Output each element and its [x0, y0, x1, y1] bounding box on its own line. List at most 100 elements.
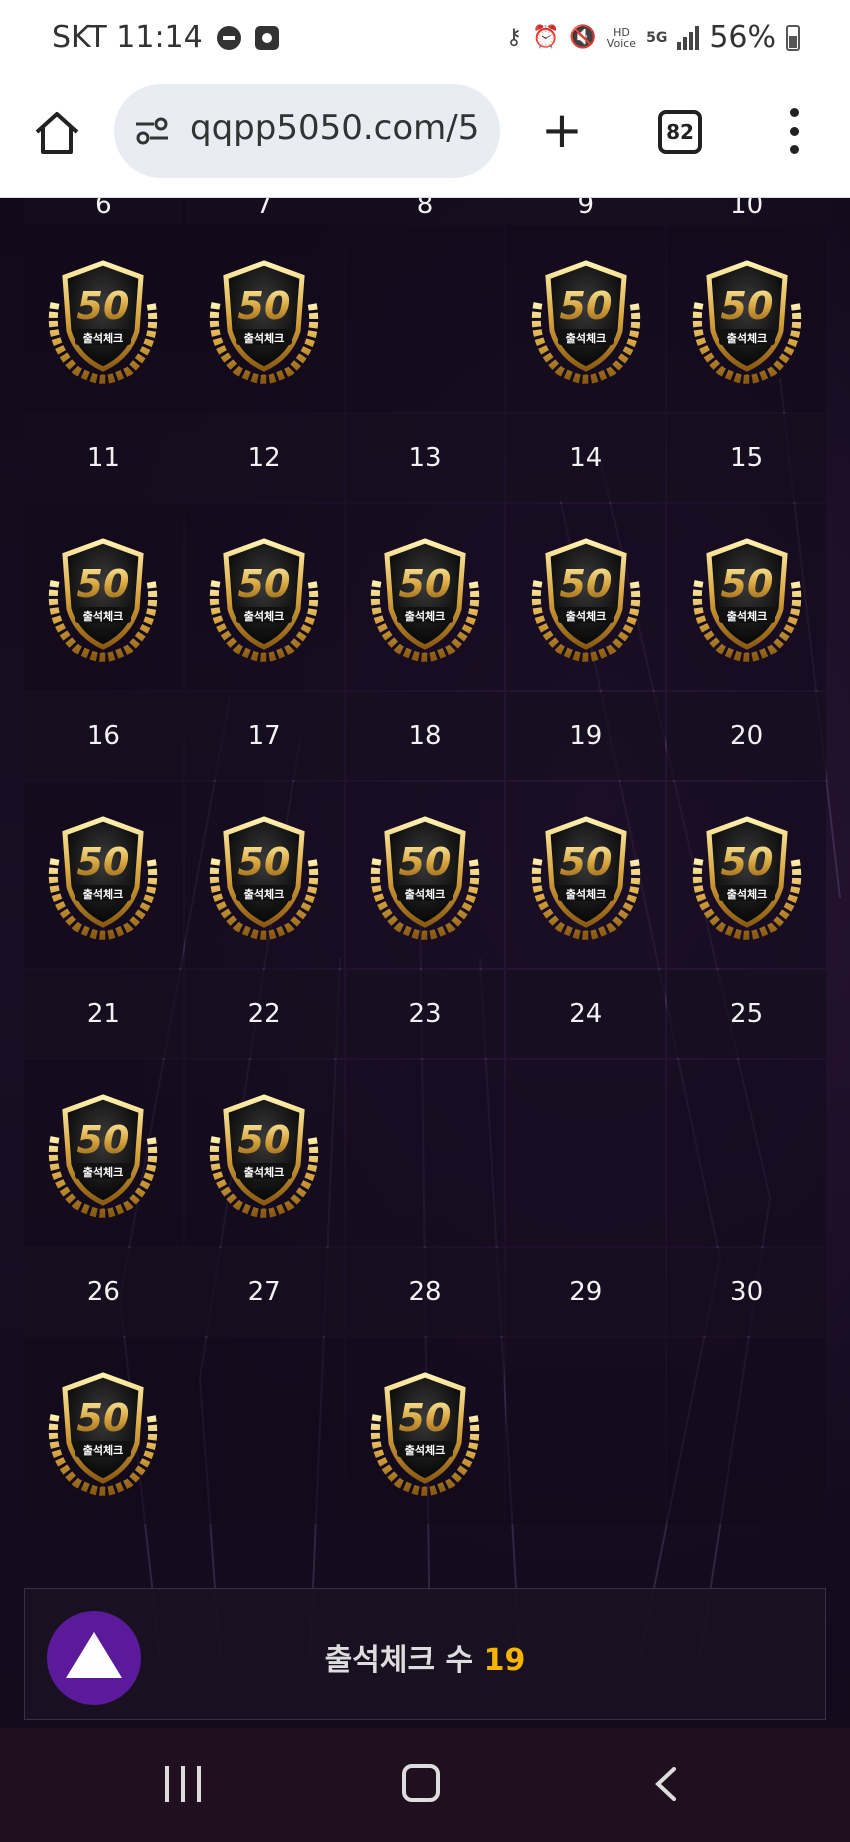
svg-text:출석체크: 출석체크: [405, 887, 445, 901]
day-number: 26: [24, 1248, 183, 1336]
svg-text:출석체크: 출석체크: [83, 331, 123, 345]
svg-text:50: 50: [399, 562, 452, 606]
day-cell-checked: 50 출석체크: [345, 1338, 505, 1524]
attendance-badge-icon: 50 출석체크: [370, 816, 480, 940]
day-cell-checked: 50 출석체크: [667, 504, 826, 690]
new-tab-button[interactable]: +: [540, 105, 584, 155]
status-bar: SKT 11:14 ⚷ ⏰ 🔇 HD Voice 5G 56%: [0, 0, 850, 80]
svg-text:출석체크: 출석체크: [566, 609, 606, 623]
system-nav-bar: [0, 1728, 850, 1842]
status-right: ⚷ ⏰ 🔇 HD Voice 5G 56%: [506, 20, 800, 55]
svg-text:50: 50: [399, 840, 452, 884]
day-number: 24: [506, 970, 666, 1058]
address-bar[interactable]: qqpp5050.com/5: [114, 84, 500, 178]
attendance-badge-icon: 50 출석체크: [370, 1372, 480, 1496]
day-number: 29: [506, 1248, 666, 1336]
day-cell-checked: 50 출석체크: [184, 226, 344, 412]
svg-text:출석체크: 출석체크: [726, 887, 766, 901]
svg-text:50: 50: [77, 284, 130, 328]
attendance-badge-icon: 50 출석체크: [692, 538, 801, 662]
day-number: 23: [345, 970, 505, 1058]
attendance-badge-icon: 50 출석체크: [531, 538, 640, 662]
svg-text:출석체크: 출석체크: [83, 609, 123, 623]
5g-icon: 5G: [646, 29, 668, 46]
tab-count: 82: [666, 120, 694, 144]
svg-text:출석체크: 출석체크: [83, 1165, 123, 1179]
battery-icon: [786, 24, 800, 51]
home-button[interactable]: [32, 108, 82, 158]
svg-text:50: 50: [720, 840, 773, 884]
attendance-badge-icon: 50 출석체크: [370, 538, 480, 662]
day-number: 12: [184, 414, 344, 502]
day-cell-checked: 50 출석체크: [184, 1060, 344, 1246]
clock: 11:14: [116, 20, 203, 55]
day-number: 15: [667, 414, 826, 502]
day-cell-checked: 50 출석체크: [24, 504, 183, 690]
attendance-badge-icon: 50 출석체크: [49, 1094, 158, 1218]
day-cell-empty: [345, 226, 505, 412]
day-cell-empty: [345, 1060, 505, 1246]
day-cell-empty: [506, 1060, 666, 1246]
day-number: 19: [506, 692, 666, 780]
attendance-badge-icon: 50 출석체크: [49, 260, 158, 384]
plus-icon: +: [541, 101, 583, 159]
day-cell-checked: 50 출석체크: [345, 782, 505, 968]
tab-switcher-button[interactable]: 82: [658, 110, 702, 154]
do-not-disturb-icon: [216, 25, 241, 50]
day-number: 21: [24, 970, 183, 1058]
day-cell-checked: 50 출석체크: [506, 504, 666, 690]
day-number: 20: [667, 692, 826, 780]
attendance-calendar: 6 7 8 9 10 50 출석체크 50 출석체크 50 출석체크 50 출석…: [24, 198, 826, 1524]
day-number: 7: [184, 198, 344, 224]
svg-text:50: 50: [559, 562, 612, 606]
url-text[interactable]: qqpp5050.com/5: [190, 108, 479, 148]
counter-value: 19: [483, 1643, 526, 1678]
day-number: 25: [667, 970, 826, 1058]
attendance-badge-icon: 50 출석체크: [692, 260, 801, 384]
svg-text:출석체크: 출석체크: [726, 609, 766, 623]
day-number: 22: [184, 970, 344, 1058]
day-number: 18: [345, 692, 505, 780]
svg-text:출석체크: 출석체크: [244, 887, 284, 901]
attendance-badge-icon: 50 출석체크: [531, 260, 640, 384]
day-number: 13: [345, 414, 505, 502]
day-cell-empty: [667, 1338, 826, 1524]
day-cell-checked: 50 출석체크: [24, 1060, 183, 1246]
svg-text:50: 50: [77, 1118, 130, 1162]
svg-text:50: 50: [559, 284, 612, 328]
day-cell-empty: [667, 1060, 826, 1246]
attendance-badge-icon: 50 출석체크: [210, 816, 319, 940]
signal-icon: [677, 25, 700, 50]
day-cell-empty: [184, 1338, 344, 1524]
day-number: 11: [24, 414, 183, 502]
day-cell-checked: 50 출석체크: [24, 782, 183, 968]
svg-text:50: 50: [238, 284, 291, 328]
svg-text:50: 50: [399, 1396, 452, 1440]
day-number: 17: [184, 692, 344, 780]
attendance-page: 6 7 8 9 10 50 출석체크 50 출석체크 50 출석체크 50 출석…: [0, 198, 850, 1728]
svg-text:출석체크: 출석체크: [405, 609, 445, 623]
day-cell-checked: 50 출석체크: [667, 226, 826, 412]
svg-text:출석체크: 출석체크: [244, 331, 284, 345]
day-number: 9: [506, 198, 666, 224]
day-number: 28: [345, 1248, 505, 1336]
back-button[interactable]: [650, 1766, 686, 1802]
more-menu-button[interactable]: [786, 108, 802, 154]
attendance-badge-icon: 50 출석체크: [692, 816, 801, 940]
day-number: 27: [184, 1248, 344, 1336]
browser-toolbar: qqpp5050.com/5 + 82: [0, 80, 850, 198]
day-number: 16: [24, 692, 183, 780]
day-cell-checked: 50 출석체크: [24, 1338, 183, 1524]
day-cell-checked: 50 출석체크: [506, 782, 666, 968]
day-number: 6: [24, 198, 183, 224]
svg-text:50: 50: [77, 562, 130, 606]
svg-text:출석체크: 출석체크: [83, 1443, 123, 1457]
site-settings-icon[interactable]: [134, 114, 170, 148]
svg-text:50: 50: [77, 840, 130, 884]
recents-button[interactable]: [165, 1766, 201, 1802]
home-nav-button[interactable]: [402, 1764, 440, 1802]
hd-voice-icon: HD Voice: [606, 25, 637, 50]
svg-text:출석체크: 출석체크: [726, 331, 766, 345]
attendance-badge-icon: 50 출석체크: [210, 538, 319, 662]
alarm-icon: ⏰: [531, 25, 560, 50]
